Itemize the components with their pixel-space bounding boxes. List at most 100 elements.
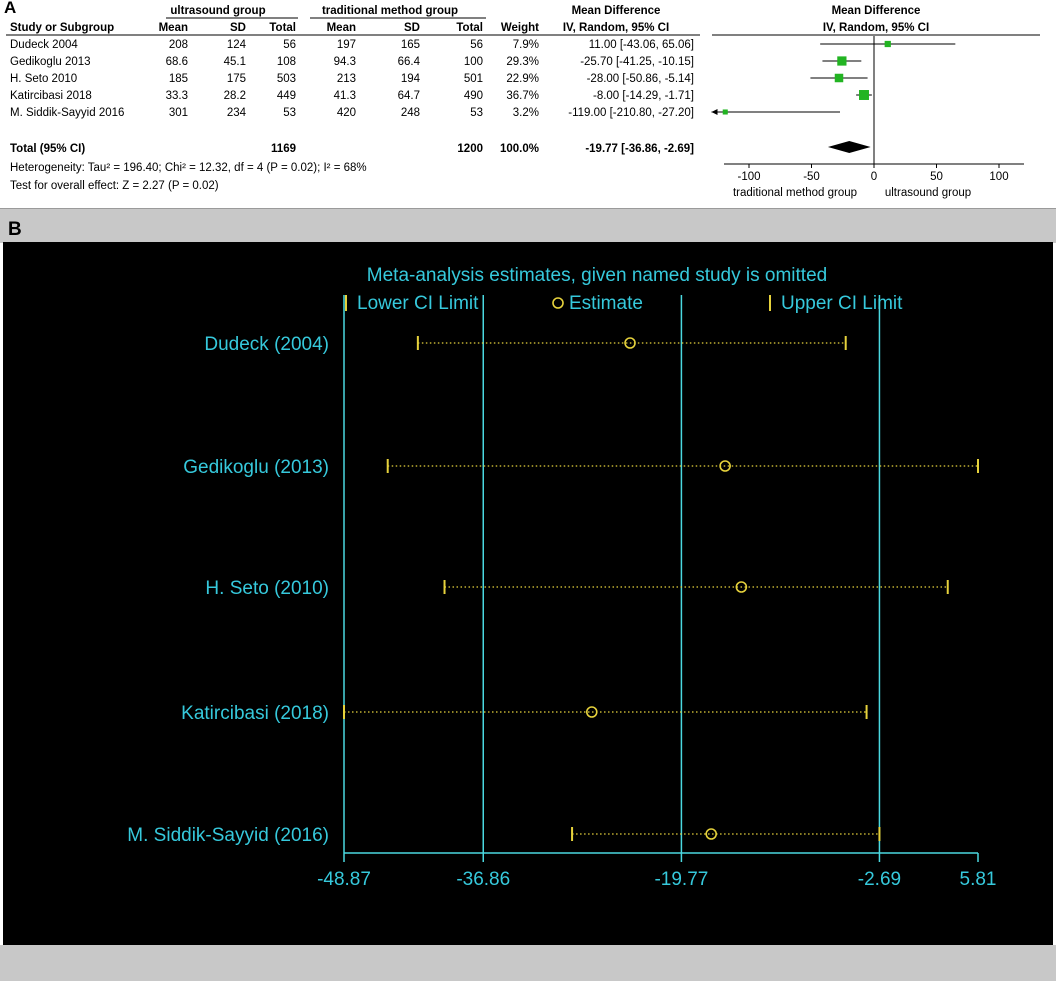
- total-weight: 100.0%: [500, 143, 539, 155]
- row-total2: 501: [464, 73, 483, 85]
- mean1-col-header: Mean: [159, 22, 188, 34]
- table-row: Dudeck 2004 208 124 56 197 165 56 7.9% 1…: [10, 39, 694, 51]
- legend-estimate-label: Estimate: [569, 293, 643, 314]
- truncation-arrow: [711, 109, 718, 115]
- table-row: M. Siddik-Sayyid 2016 301 234 53 420 248…: [10, 107, 694, 119]
- row-weight: 7.9%: [513, 39, 539, 51]
- sd2-col-header: SD: [404, 22, 420, 34]
- row-total1: 503: [277, 73, 296, 85]
- x-tick-label: -48.87: [317, 869, 371, 890]
- x-tick-label: -2.69: [858, 869, 901, 890]
- md-method-header: IV, Random, 95% CI: [563, 22, 669, 34]
- axis-right-label: ultrasound group: [885, 187, 971, 199]
- row-sd2: 64.7: [398, 90, 420, 102]
- study-label: Katircibasi (2018): [181, 703, 329, 724]
- row-mean1: 301: [169, 107, 188, 119]
- x-tick-label: 5.81: [960, 869, 997, 890]
- row-mean1: 185: [169, 73, 188, 85]
- row-weight: 36.7%: [506, 90, 539, 102]
- row-ci-text: -25.70 [-41.25, -10.15]: [580, 56, 694, 68]
- heterogeneity-text: Heterogeneity: Tau² = 196.40; Chi² = 12.…: [10, 162, 367, 174]
- bottom-band: [0, 945, 1056, 981]
- group1-header: ultrasound group: [170, 5, 265, 17]
- axis-left-label: traditional method group: [733, 187, 857, 199]
- row-total2: 53: [470, 107, 483, 119]
- panel-b-letter-svg: B: [8, 219, 22, 240]
- overall-effect-text: Test for overall effect: Z = 2.27 (P = 0…: [10, 180, 219, 192]
- row-sd1: 234: [227, 107, 247, 119]
- total1-col-header: Total: [269, 22, 296, 34]
- table-row: Gedikoglu 2013 68.6 45.1 108 94.3 66.4 1…: [10, 56, 694, 68]
- x-tick-label: 0: [871, 171, 877, 183]
- row-weight: 22.9%: [506, 73, 539, 85]
- row-sd2: 165: [401, 39, 420, 51]
- row-mean1: 33.3: [166, 90, 188, 102]
- panel-b-svg: Meta-analysis estimates, given named stu…: [127, 265, 996, 890]
- x-tick-label: -19.77: [654, 869, 708, 890]
- panel-a-forest-plot: A ultrasound group traditional method gr…: [0, 0, 1056, 208]
- weight-col-header: Weight: [501, 22, 539, 34]
- row-weight: 29.3%: [506, 56, 539, 68]
- row-study: Dudeck 2004: [10, 39, 78, 51]
- row-mean2: 94.3: [334, 56, 356, 68]
- study-label: H. Seto (2010): [205, 578, 329, 599]
- row-total2: 490: [464, 90, 483, 102]
- md-column-header: Mean Difference: [572, 5, 661, 17]
- table-row: H. Seto 2010 185 175 503 213 194 501 22.…: [10, 73, 694, 85]
- total-n1: 1169: [271, 143, 296, 155]
- row-mean2: 420: [337, 107, 356, 119]
- row-study: Gedikoglu 2013: [10, 56, 91, 68]
- plot-method-header: IV, Random, 95% CI: [823, 22, 929, 34]
- row-sd1: 45.1: [224, 56, 246, 68]
- panel-b-header-band: B: [0, 208, 1056, 243]
- row-total2: 100: [464, 56, 483, 68]
- mean2-col-header: Mean: [327, 22, 356, 34]
- study-label: Gedikoglu (2013): [183, 457, 329, 478]
- row-ci-text: 11.00 [-43.06, 65.06]: [589, 39, 694, 51]
- pooled-diamond: [827, 141, 871, 153]
- row-sd2: 248: [401, 107, 420, 119]
- row-ci-text: -119.00 [-210.80, -27.20]: [568, 107, 694, 119]
- panel-a-letter: A: [4, 0, 16, 17]
- panel-b-letter: B: [8, 219, 22, 240]
- group2-header: traditional method group: [322, 5, 458, 17]
- legend-estimate-marker: [552, 297, 564, 309]
- row-total1: 56: [283, 39, 296, 51]
- study-point: [859, 90, 869, 100]
- row-study: H. Seto 2010: [10, 73, 77, 85]
- total-label: Total (95% CI): [10, 143, 85, 155]
- row-mean2: 197: [337, 39, 356, 51]
- estimate-point: [705, 828, 718, 840]
- table-row: Katircibasi 2018 33.3 28.2 449 41.3 64.7…: [10, 90, 694, 102]
- influence-plot-b: -48.87 -36.86 -19.77 -2.69 5.81 Dudeck (2004)…: [127, 295, 996, 890]
- study-point: [884, 40, 891, 48]
- row-ci-text: -8.00 [-14.29, -1.71]: [593, 90, 694, 102]
- x-tick-label: 100: [989, 171, 1008, 183]
- row-total1: 449: [277, 90, 296, 102]
- row-mean1: 68.6: [166, 56, 188, 68]
- study-label: Dudeck (2004): [204, 334, 329, 355]
- forest-plot-a: -100 -50 0 50 100: [711, 36, 1024, 183]
- study-point: [834, 73, 844, 83]
- sd1-col-header: SD: [230, 22, 246, 34]
- row-sd1: 175: [227, 73, 246, 85]
- row-mean1: 208: [169, 39, 188, 51]
- study-point: [837, 56, 847, 66]
- row-ci-text: -28.00 [-50.86, -5.14]: [587, 73, 694, 85]
- total-row: Total (95% CI) 1169 1200 100.0% -19.77 […: [10, 143, 694, 155]
- legend-upper-label: Upper CI Limit: [781, 293, 903, 314]
- row-sd1: 28.2: [224, 90, 246, 102]
- study-point: [722, 109, 728, 115]
- total-ci-text: -19.77 [-36.86, -2.69]: [585, 143, 694, 155]
- total2-col-header: Total: [456, 22, 483, 34]
- panel-b-influence-plot: Meta-analysis estimates, given named stu…: [3, 242, 1053, 945]
- x-tick-label: 50: [930, 171, 943, 183]
- study-col-header: Study or Subgroup: [10, 22, 114, 34]
- panel-a-svg: A ultrasound group traditional method gr…: [4, 0, 1040, 199]
- row-mean2: 213: [337, 73, 356, 85]
- x-tick-label: -50: [803, 171, 820, 183]
- study-label: M. Siddik-Sayyid (2016): [127, 825, 329, 846]
- row-weight: 3.2%: [513, 107, 539, 119]
- row-study: M. Siddik-Sayyid 2016: [10, 107, 124, 119]
- x-tick-label: -100: [737, 171, 760, 183]
